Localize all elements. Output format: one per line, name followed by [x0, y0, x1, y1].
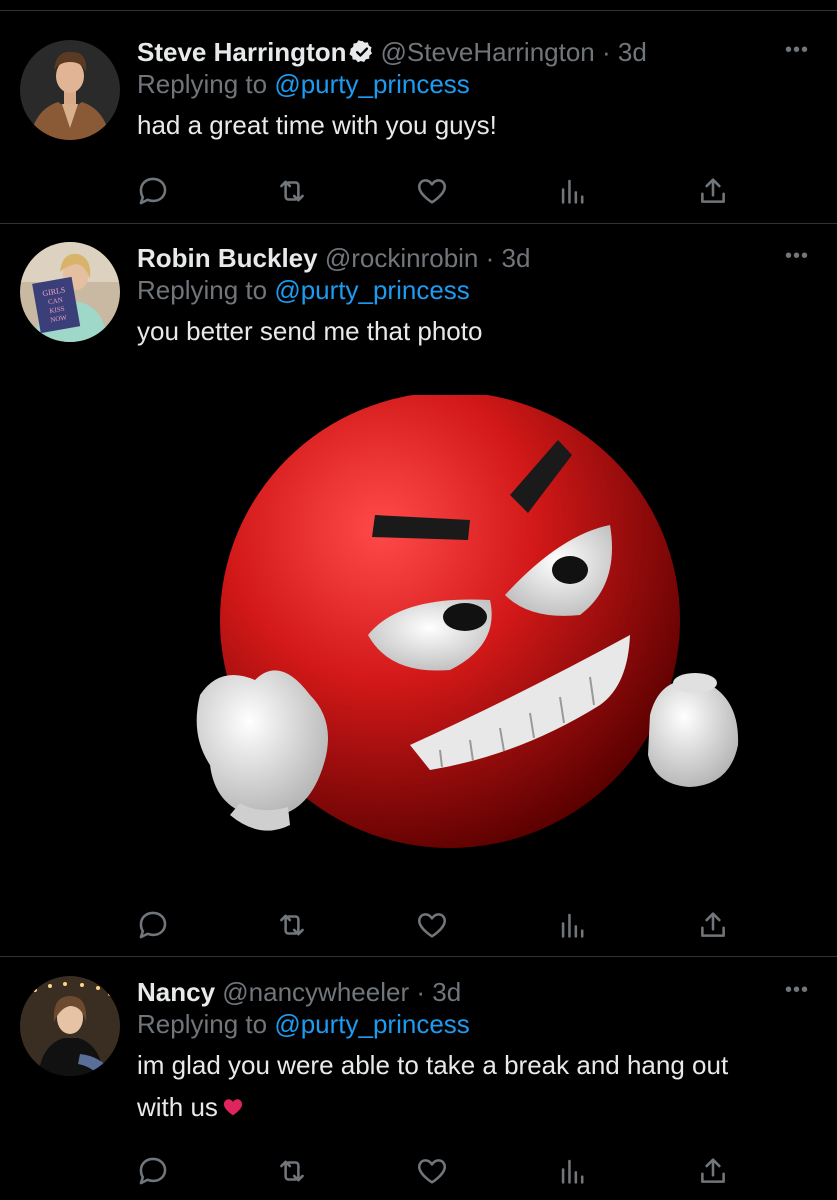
avatar[interactable]: GIRLS CAN KISS NOW	[20, 242, 120, 342]
tweet-text-line: with us	[137, 1086, 817, 1128]
handle[interactable]: @nancywheeler	[222, 977, 409, 1007]
tweet-text: you better send me that photo	[137, 316, 483, 346]
separator-dot: ·	[602, 37, 611, 67]
reply-context: Replying to @purty_princess	[137, 1008, 817, 1040]
tweet-text: had a great time with you guys!	[137, 110, 497, 140]
reply-prefix: Replying to	[137, 69, 275, 99]
handle[interactable]: @rockinrobin	[325, 243, 479, 273]
tweet-text: im glad you were able to take a break an…	[137, 1044, 817, 1128]
analytics-icon[interactable]	[556, 908, 590, 942]
reply-prefix: Replying to	[137, 275, 275, 305]
timestamp[interactable]: 3d	[502, 243, 531, 273]
tweet-text-line: im glad you were able to take a break an…	[137, 1050, 729, 1080]
timestamp[interactable]: 3d	[618, 37, 647, 67]
like-icon[interactable]	[415, 908, 449, 942]
reply-context: Replying to @purty_princess	[137, 68, 817, 100]
more-options-button[interactable]: •••	[785, 980, 809, 1000]
separator-dot: ·	[485, 243, 495, 273]
mention-link[interactable]: @purty_princess	[274, 69, 469, 99]
share-icon[interactable]	[696, 174, 730, 208]
angry-red-emoji-image[interactable]	[160, 392, 760, 865]
analytics-icon[interactable]	[556, 1154, 590, 1188]
share-icon[interactable]	[696, 1154, 730, 1188]
tweet-actions	[0, 174, 837, 214]
separator-dot: ·	[416, 977, 426, 1007]
retweet-icon[interactable]	[275, 908, 309, 942]
display-name[interactable]: Nancy	[137, 977, 215, 1007]
like-icon[interactable]	[415, 1154, 449, 1188]
red-heart-emoji-icon	[222, 1088, 244, 1116]
mention-link[interactable]: @purty_princess	[274, 1009, 469, 1039]
reply-prefix: Replying to	[137, 1009, 275, 1039]
handle[interactable]: @SteveHarrington	[381, 37, 595, 67]
analytics-icon[interactable]	[556, 174, 590, 208]
retweet-icon[interactable]	[275, 174, 309, 208]
timestamp[interactable]: 3d	[432, 977, 461, 1007]
retweet-icon[interactable]	[275, 1154, 309, 1188]
tweet-actions	[0, 908, 837, 948]
divider	[0, 10, 837, 11]
reply-icon[interactable]	[136, 174, 170, 208]
tweet-actions	[0, 1154, 837, 1194]
avatar[interactable]	[20, 976, 120, 1076]
display-name[interactable]: Robin Buckley	[137, 243, 318, 273]
avatar[interactable]	[20, 40, 120, 140]
replies-timeline: Steve Harrington @SteveHarrington · 3d Re…	[0, 0, 837, 1200]
divider	[0, 223, 837, 224]
reply-icon[interactable]	[136, 1154, 170, 1188]
divider	[0, 956, 837, 957]
tweet-text-line-2: with us	[137, 1092, 218, 1122]
more-options-button[interactable]: •••	[785, 40, 809, 60]
like-icon[interactable]	[415, 174, 449, 208]
reply-icon[interactable]	[136, 908, 170, 942]
reply-context: Replying to @purty_princess	[137, 274, 817, 306]
display-name[interactable]: Steve Harrington	[137, 37, 347, 67]
more-options-button[interactable]: •••	[785, 246, 809, 266]
verified-badge-icon	[348, 39, 375, 65]
mention-link[interactable]: @purty_princess	[274, 275, 469, 305]
share-icon[interactable]	[696, 908, 730, 942]
